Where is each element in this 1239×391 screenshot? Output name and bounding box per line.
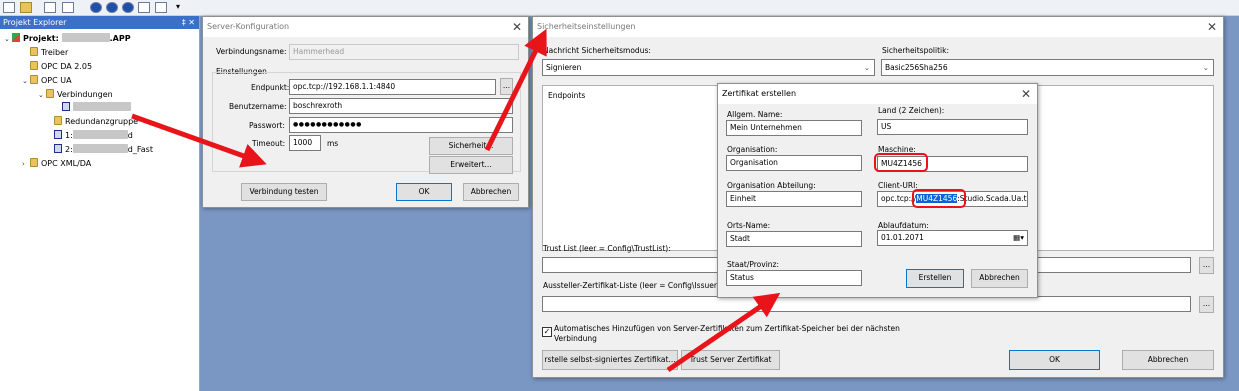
arrow-to-cert-dialog [666, 292, 781, 373]
annotation-arrows [131, 28, 781, 373]
arrow-to-security-dialog [484, 28, 547, 152]
arrow-to-server-dialog [131, 113, 267, 168]
